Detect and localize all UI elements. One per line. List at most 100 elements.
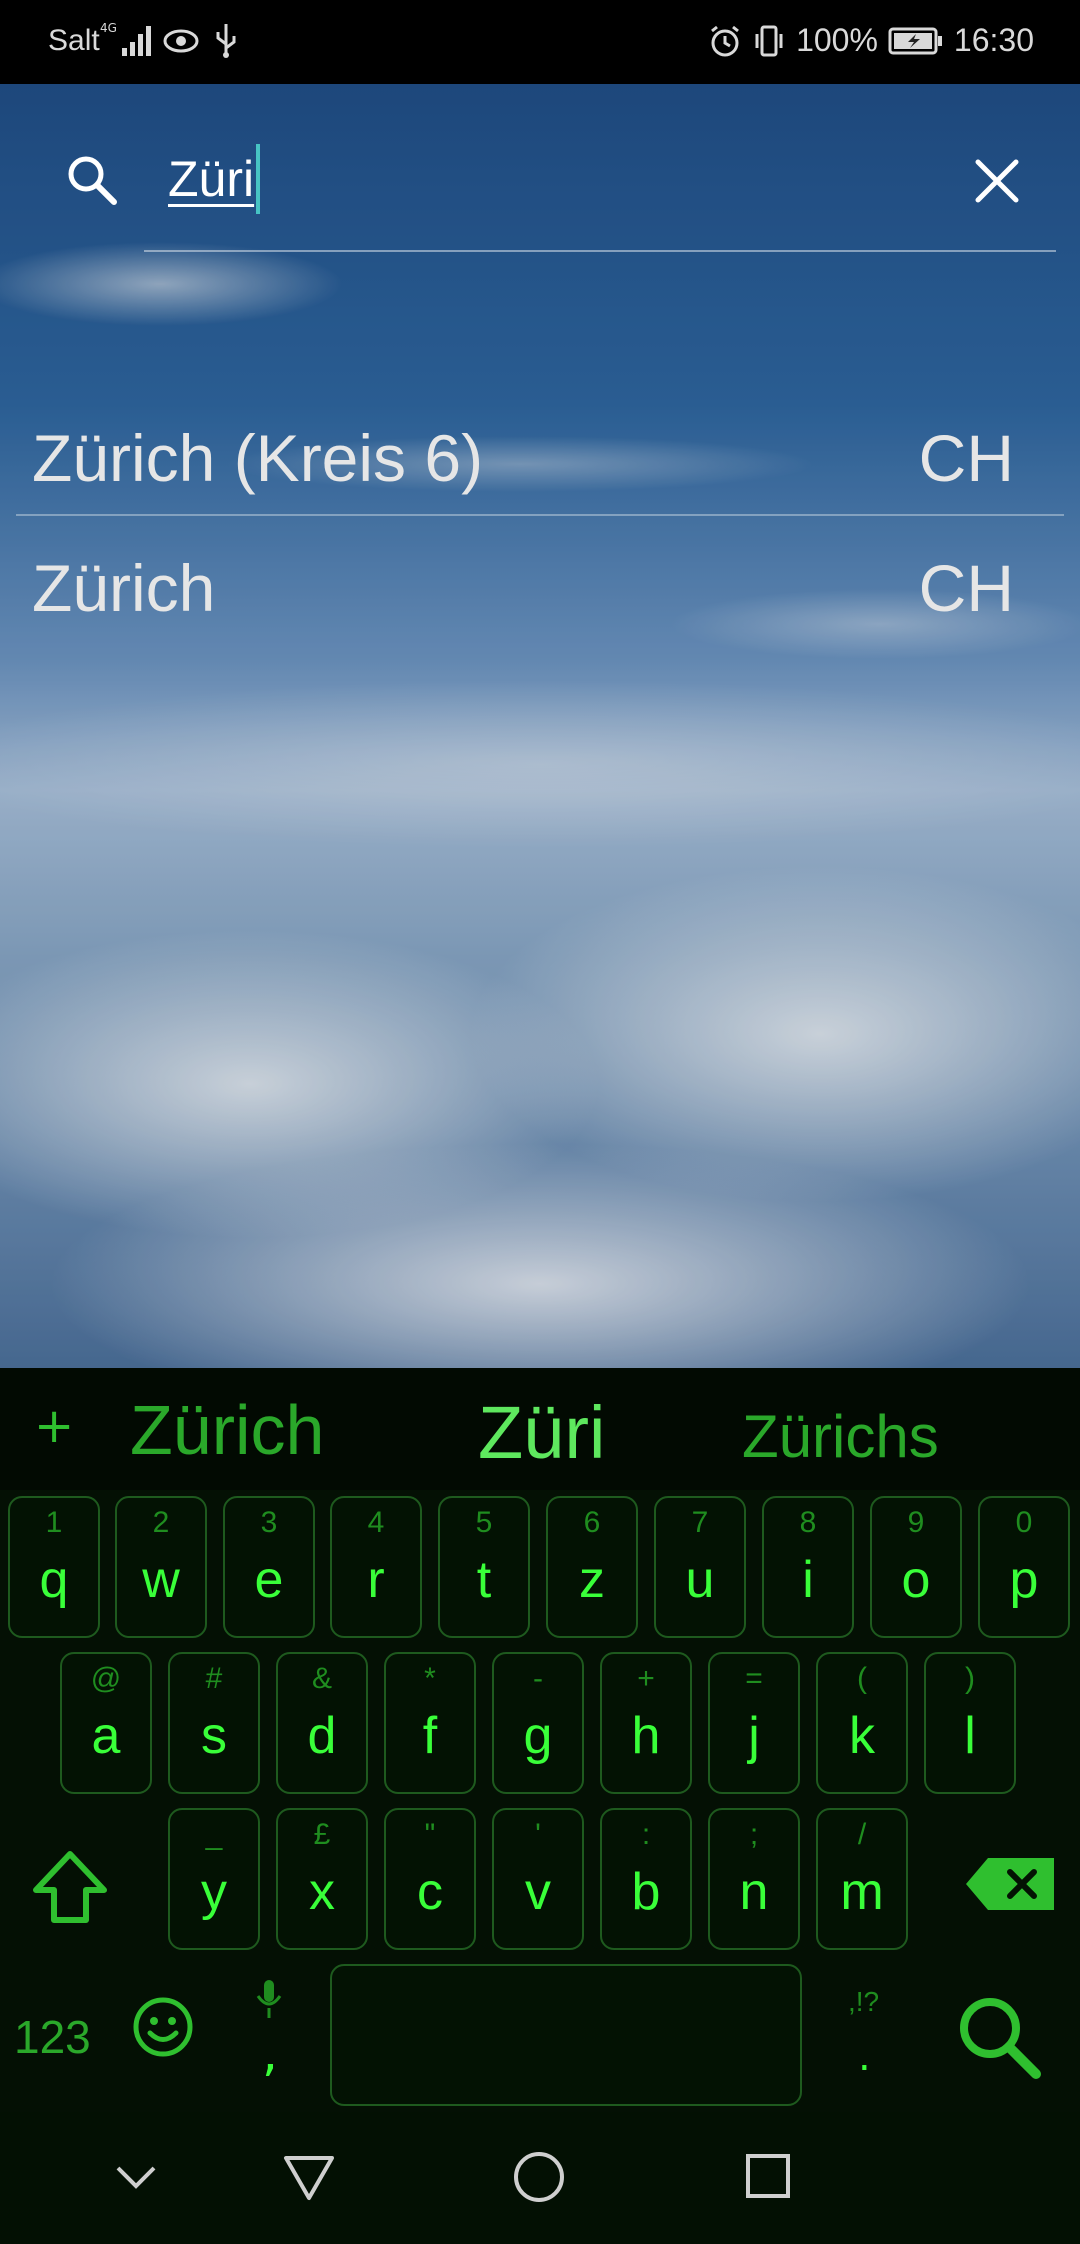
key-hint: " [424, 1818, 436, 1851]
key-label: a [91, 1707, 121, 1765]
key-k[interactable]: (k [816, 1652, 908, 1794]
key-z[interactable]: 6z [546, 1496, 638, 1638]
backspace-icon[interactable] [964, 1854, 1058, 1914]
key-d[interactable]: & d [276, 1652, 368, 1794]
key-a[interactable]: @ a [60, 1652, 152, 1794]
key-n[interactable]: ; n [708, 1808, 800, 1950]
key-y[interactable]: _ y [168, 1808, 260, 1950]
key-u[interactable]: 7u [654, 1496, 746, 1638]
key-hint: 1 [45, 1506, 63, 1539]
navigation-bar [0, 2112, 1080, 2244]
period-key[interactable]: . [858, 2034, 871, 2080]
home-icon[interactable] [512, 2150, 566, 2204]
close-icon[interactable] [972, 156, 1022, 206]
key-hint: 2 [152, 1506, 170, 1539]
key-hint: @ [90, 1662, 122, 1695]
emoji-icon[interactable] [132, 1996, 194, 2058]
key-b[interactable]: :b [600, 1808, 692, 1950]
key-q[interactable]: 1q [8, 1496, 100, 1638]
suggestion-1[interactable]: Zürich [130, 1390, 324, 1470]
result-name: Zürich [32, 551, 216, 625]
key-label: t [476, 1551, 492, 1609]
recents-icon[interactable] [744, 2152, 792, 2200]
key-label: p [1009, 1551, 1039, 1609]
key-i[interactable]: 8i [762, 1496, 854, 1638]
suggestion-3[interactable]: Zürichs [742, 1402, 939, 1471]
key-g[interactable]: -g [492, 1652, 584, 1794]
clock: 16:30 [953, 22, 1034, 58]
search-query: Züri [168, 151, 255, 207]
comma-key[interactable]: , [262, 2024, 278, 2082]
search-icon [68, 156, 117, 205]
battery-charging-icon [888, 27, 942, 54]
key-label: l [964, 1707, 976, 1765]
key-label: b [631, 1863, 661, 1921]
chevron-down-icon[interactable] [114, 2162, 158, 2192]
key-hint: 8 [799, 1506, 817, 1539]
key-r[interactable]: 4r [330, 1496, 422, 1638]
search-input[interactable]: Züri [168, 144, 728, 214]
key-l[interactable]: ) l [924, 1652, 1016, 1794]
carrier-label: Salt [48, 24, 100, 57]
background-image [0, 84, 1080, 1368]
key-hint: / [857, 1818, 867, 1851]
key-label: r [367, 1551, 385, 1609]
key-label: m [840, 1863, 884, 1921]
search-action-icon[interactable] [954, 1992, 1044, 2082]
key-hint: ( [857, 1662, 867, 1695]
key-label: v [525, 1863, 551, 1921]
key-hint: 4 [367, 1506, 385, 1539]
key-label: k [849, 1707, 875, 1765]
key-p[interactable]: 0p [978, 1496, 1070, 1638]
key-hint: * [424, 1662, 436, 1695]
key-label: h [631, 1707, 661, 1765]
key-f[interactable]: * f [384, 1652, 476, 1794]
suggestion-2[interactable]: Züri [478, 1390, 605, 1475]
key-c[interactable]: " c [384, 1808, 476, 1950]
key-h[interactable]: + h [600, 1652, 692, 1794]
space-key[interactable] [330, 1964, 802, 2106]
key-s[interactable]: # s [168, 1652, 260, 1794]
key-t[interactable]: 5t [438, 1496, 530, 1638]
key-w[interactable]: 2w [115, 1496, 207, 1638]
key-x[interactable]: £ x [276, 1808, 368, 1950]
key-j[interactable]: = j [708, 1652, 800, 1794]
battery-percent: 100% [796, 22, 878, 58]
key-v[interactable]: ' v [492, 1808, 584, 1950]
result-item[interactable]: Zürich (Kreis 6) CH [16, 394, 1064, 516]
key-label: g [523, 1707, 553, 1765]
key-hint: : [641, 1818, 651, 1851]
eye-comfort-icon [163, 29, 199, 53]
key-label: c [417, 1863, 443, 1921]
key-o[interactable]: 9o [870, 1496, 962, 1638]
key-e[interactable]: 3e [223, 1496, 315, 1638]
key-hint: + [637, 1662, 655, 1695]
search-underline [144, 250, 1056, 252]
key-label: e [254, 1551, 284, 1609]
key-label: n [739, 1863, 769, 1921]
key-hint: _ [205, 1818, 223, 1851]
key-hint: # [205, 1662, 223, 1695]
numbers-key[interactable]: 123 [14, 2010, 91, 2064]
key-m[interactable]: / m [816, 1808, 908, 1950]
key-hint: 5 [475, 1506, 493, 1539]
text-cursor [256, 144, 261, 214]
vibrate-icon [755, 25, 783, 56]
alarm-icon [711, 25, 740, 56]
back-icon[interactable] [282, 2154, 336, 2202]
svg-text:4G: 4G [100, 21, 117, 35]
result-country: CH [918, 421, 1014, 495]
key-hint: 7 [691, 1506, 709, 1539]
add-word-button[interactable]: + [34, 1398, 74, 1454]
microphone-icon[interactable] [254, 1978, 284, 2020]
shift-icon[interactable] [30, 1848, 110, 1928]
status-bar: Salt 4G 100% 16:30 [0, 0, 1080, 84]
key-hint: = [745, 1662, 763, 1695]
key-hint: & [311, 1662, 332, 1695]
usb-icon [216, 24, 236, 58]
signal-icon: 4G [100, 21, 151, 56]
suggestion-bar: + Zürich Züri Zürichs [0, 1368, 1080, 1490]
key-label: z [579, 1551, 605, 1609]
result-item[interactable]: Zürich CH [16, 524, 1064, 644]
result-country: CH [918, 551, 1014, 625]
